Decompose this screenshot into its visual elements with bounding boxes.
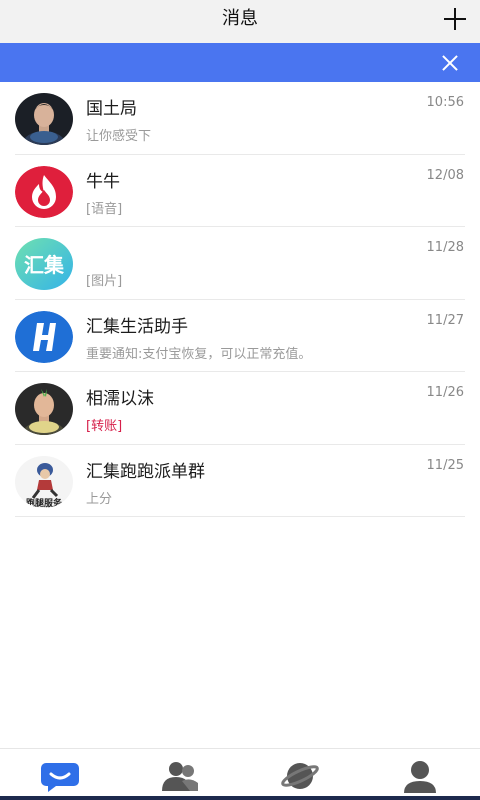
conversation-time: 10:56: [426, 95, 464, 110]
top-header: 消息: [0, 0, 480, 43]
notification-banner[interactable]: [0, 43, 480, 82]
tab-messages[interactable]: [40, 759, 80, 799]
conversation-name: 相濡以沫: [86, 389, 154, 409]
conversation-preview: [语音]: [86, 201, 123, 217]
tab-contacts[interactable]: [160, 759, 200, 799]
flame-avatar: [15, 165, 73, 218]
conversation-name: 汇集跑跑派单群: [86, 461, 205, 482]
tab-discover[interactable]: [280, 759, 320, 799]
conversation-item[interactable]: 牛牛 12/08 [语音]: [0, 155, 480, 227]
contacts-icon: [162, 762, 198, 791]
conversation-time: 11/25: [426, 457, 464, 473]
conversation-name: 汇集生活助手: [86, 316, 188, 337]
divider: [15, 516, 465, 517]
page-title: 消息: [222, 8, 258, 29]
conversation-item[interactable]: 相濡以沫 11/26 [转账]: [0, 372, 480, 445]
app-root: 消息 国土局 10:56 让你感受下 牛牛 12/08 [语音] 汇集 11/2…: [0, 0, 480, 800]
conversation-item[interactable]: 国土局 10:56 让你感受下: [0, 82, 480, 155]
conversation-item[interactable]: 汇集生活助手 11/27 重要通知:支付宝恢复，可以正常充值。: [0, 300, 480, 372]
plus-icon[interactable]: [444, 8, 466, 30]
conversation-preview: [转账]: [86, 419, 123, 434]
man-avatar: [15, 93, 73, 145]
conversation-name: 牛牛: [86, 171, 120, 192]
conversation-name: 国土局: [86, 99, 137, 119]
bottom-tab-bar: [0, 748, 480, 800]
avatar-text: 汇集: [24, 253, 65, 277]
conversation-time: 11/28: [426, 240, 464, 255]
conversation-preview: [图片]: [86, 274, 123, 289]
conversation-item[interactable]: 跑腿服务 汇集跑跑派单群 11/25 上分: [0, 445, 480, 517]
conversation-preview: 上分: [86, 491, 113, 507]
close-icon[interactable]: [442, 55, 458, 71]
conversation-list: 国土局 10:56 让你感受下 牛牛 12/08 [语音] 汇集 11/28 […: [0, 82, 480, 517]
h-logo-avatar: [15, 310, 73, 363]
conversation-preview: 让你感受下: [86, 129, 152, 144]
chat-bubble-icon: [41, 763, 79, 792]
planet-icon: [281, 763, 319, 789]
conversation-time: 11/26: [426, 385, 464, 400]
conversation-time: 11/27: [426, 312, 464, 328]
conversation-time: 12/08: [426, 167, 464, 183]
profile-icon: [404, 761, 436, 793]
runner-avatar: 跑腿服务: [15, 455, 73, 508]
huiji-logo-avatar: 汇集: [15, 238, 73, 290]
punk-avatar: [15, 383, 73, 435]
conversation-preview: 重要通知:支付宝恢复，可以正常充值。: [86, 346, 312, 362]
conversation-item[interactable]: 汇集 11/28 [图片]: [0, 227, 480, 300]
system-nav-bar: [0, 796, 480, 800]
avatar-text: 跑腿服务: [26, 497, 63, 508]
tab-profile[interactable]: [400, 759, 440, 799]
